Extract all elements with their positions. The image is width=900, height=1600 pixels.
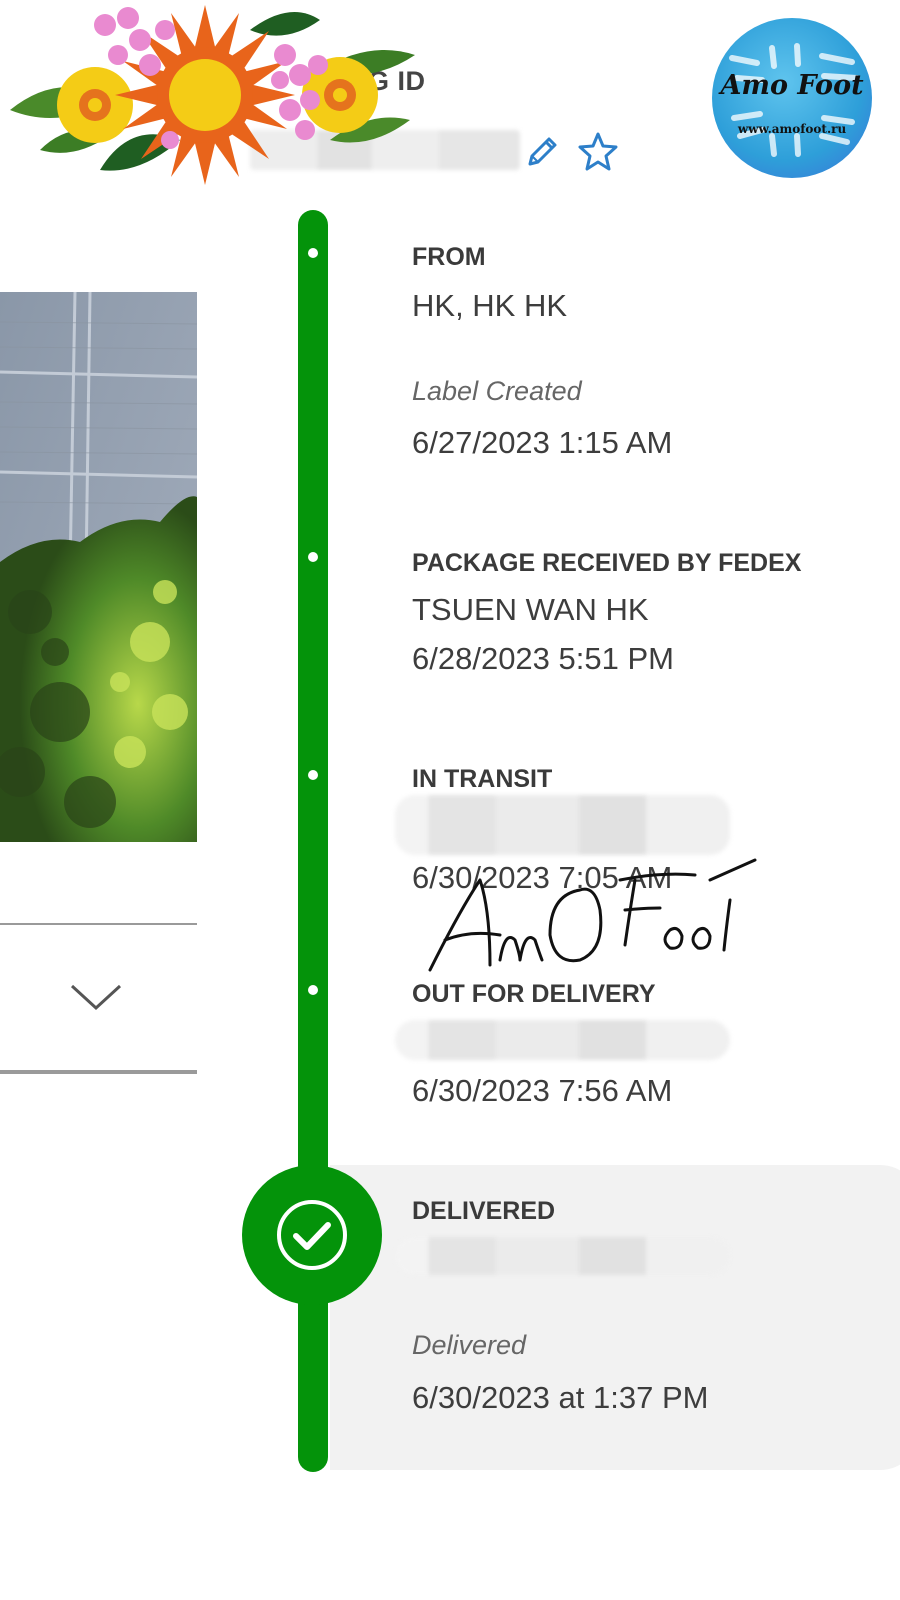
timeline-dot	[308, 770, 318, 780]
event-delivered-title: DELIVERED	[412, 1197, 556, 1225]
event-ofd-datetime: 6/30/2023 7:56 AM	[412, 1073, 673, 1108]
timeline-dot	[308, 248, 318, 258]
event-from-datetime: 6/27/2023 1:15 AM	[412, 425, 673, 460]
event-from-location: HK, HK HK	[412, 288, 568, 323]
event-delivered-status: Delivered	[412, 1330, 527, 1360]
star-outline-icon[interactable]	[575, 128, 621, 174]
signature-watermark	[428, 858, 757, 972]
logo-title: Amo Foot	[720, 70, 864, 101]
dropdown-bottom-border	[0, 1070, 197, 1074]
event-from-title: FROM	[412, 243, 486, 271]
chevron-down-icon[interactable]	[66, 976, 126, 1016]
amofoot-logo: Amo Foot www.amofoot.ru	[712, 18, 872, 178]
logo-url: www.amofoot.ru	[737, 122, 847, 136]
check-circle-icon	[277, 1200, 347, 1270]
event-ofd-location-redacted	[395, 1020, 730, 1060]
pencil-icon[interactable]	[520, 130, 564, 174]
delivered-status-marker	[242, 1165, 382, 1305]
event-transit-location-redacted	[395, 795, 730, 855]
event-delivered-location-redacted	[395, 1237, 730, 1275]
delivery-photo	[0, 292, 197, 842]
timeline-dot	[308, 985, 318, 995]
flowers-decoration	[10, 5, 415, 185]
event-received-title: PACKAGE RECEIVED BY FEDEX	[412, 549, 802, 577]
event-received-location: TSUEN WAN HK	[412, 592, 649, 627]
event-transit-title: IN TRANSIT	[412, 765, 553, 793]
dropdown-top-border	[0, 923, 197, 925]
event-received-datetime: 6/28/2023 5:51 PM	[412, 641, 674, 676]
event-from-status: Label Created	[412, 376, 582, 406]
timeline-dot	[308, 552, 318, 562]
event-delivered-datetime: 6/30/2023 at 1:37 PM	[412, 1380, 709, 1415]
